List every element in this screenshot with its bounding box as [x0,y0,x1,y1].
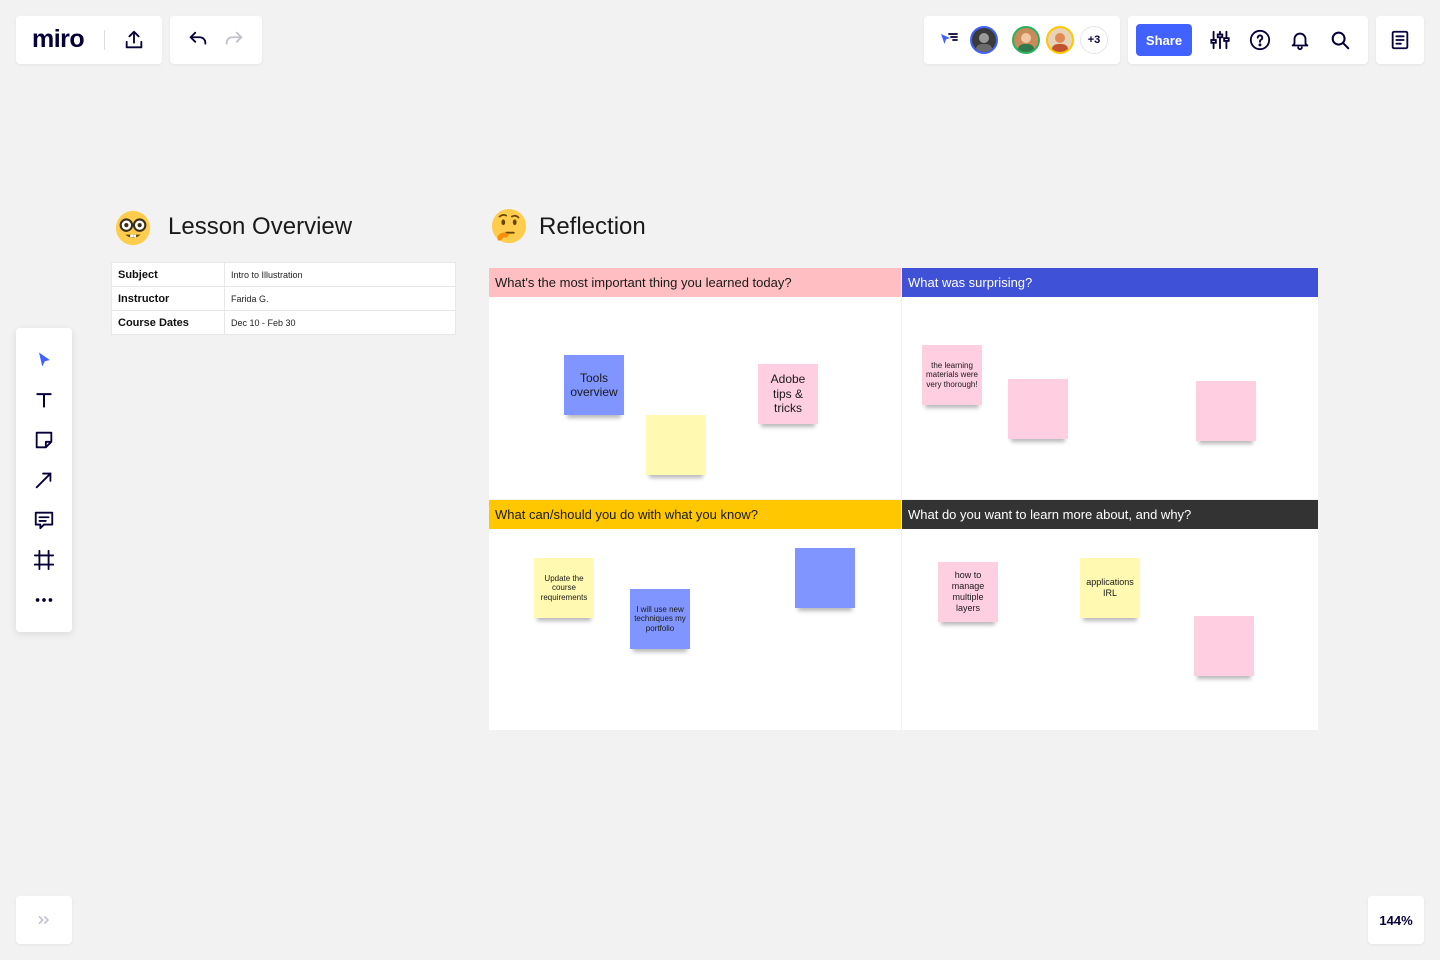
quadrant-header[interactable]: What was surprising? [902,268,1318,297]
expand-button[interactable] [28,904,60,936]
sticky-note[interactable] [1008,379,1068,439]
comment-tool[interactable] [28,504,60,536]
comment-icon [34,511,54,530]
table-row: Subject Intro to Illustration [111,262,456,287]
reflection-quadrant[interactable]: What's the most important thing you lear… [489,268,901,499]
search-button[interactable] [1324,24,1356,56]
reflection-quadrant[interactable]: What was surprising? the learning materi… [902,268,1318,499]
table-cell-value[interactable]: Dec 10 - Feb 30 [224,310,456,335]
cursor-tracking-button[interactable] [932,24,964,56]
sticky-note-tool[interactable] [28,424,60,456]
quadrant-header[interactable]: What's the most important thing you lear… [489,268,901,297]
avatar[interactable] [1012,26,1040,54]
frame-icon [33,549,55,571]
quadrant-header[interactable]: What can/should you do with what you kno… [489,500,901,529]
text-tool[interactable] [28,384,60,416]
sticky-note[interactable]: Update the course requirements [534,558,594,618]
export-button[interactable] [118,24,150,56]
reflection-quadrant[interactable]: What do you want to learn more about, an… [902,500,1318,730]
sticky-note[interactable]: Adobe tips & tricks [758,364,818,424]
logo-panel: miro [16,16,162,64]
line-tool[interactable] [28,464,60,496]
table-cell-label[interactable]: Subject [111,262,225,287]
redo-button[interactable] [218,24,250,56]
nerd-face-emoji [115,210,151,246]
sticky-note[interactable]: I will use new techniques my portfolio [630,589,690,649]
sticky-note[interactable] [795,548,855,608]
sticky-note[interactable] [1194,616,1254,676]
settings-button[interactable] [1204,24,1236,56]
lesson-overview-table[interactable]: Subject Intro to Illustration Instructor… [111,262,456,335]
more-icon [35,598,53,602]
expand-panel [16,896,72,944]
notes-icon [1391,30,1409,50]
table-cell-label[interactable]: Course Dates [111,310,225,335]
quadrant-header[interactable]: What do you want to learn more about, an… [902,500,1318,529]
cursor-tracking-icon [941,33,958,44]
bell-icon [1291,32,1309,51]
undo-icon [189,31,207,45]
table-cell-value[interactable]: Farida G. [224,286,456,311]
thinking-face-emoji [491,208,527,244]
notes-button[interactable] [1384,24,1416,56]
notes-panel [1376,16,1424,64]
sticky-note[interactable]: the learning materials were very thoroug… [922,345,982,405]
select-arrow-icon [39,352,50,367]
select-tool[interactable] [28,344,60,376]
sticky-note[interactable] [646,415,706,475]
undo-button[interactable] [182,24,214,56]
table-cell-label[interactable]: Instructor [111,286,225,311]
undo-redo-panel [170,16,262,64]
zoom-panel: 144% [1368,896,1424,944]
reflection-quadrant[interactable]: What can/should you do with what you kno… [489,500,901,730]
help-icon [1249,29,1271,51]
zoom-level[interactable]: 144% [1368,896,1424,944]
lesson-overview-title: Lesson Overview [168,213,353,240]
search-icon [1331,31,1350,50]
more-collaborators-badge[interactable]: +3 [1080,26,1108,54]
redo-icon [225,31,243,45]
sticky-note[interactable] [1196,381,1256,441]
miro-logo[interactable]: miro [32,25,85,54]
text-icon [36,393,52,408]
frame-tool[interactable] [28,544,60,576]
export-icon [125,30,143,49]
table-cell-value[interactable]: Intro to Illustration [224,262,456,287]
left-toolbar [16,328,72,632]
settings-sliders-icon [1210,30,1230,50]
avatar[interactable] [1046,26,1074,54]
line-arrow-icon [35,472,52,489]
divider [104,30,105,50]
notifications-button[interactable] [1284,24,1316,56]
collaborators-panel: +3 [924,16,1120,64]
table-row: Instructor Farida G. [111,286,456,311]
reflection-title: Reflection [539,213,646,240]
sticky-note-icon [35,431,53,449]
avatar[interactable] [970,26,998,54]
help-button[interactable] [1244,24,1276,56]
table-row: Course Dates Dec 10 - Feb 30 [111,310,456,335]
board-tools-panel: Share [1128,16,1368,64]
sticky-note[interactable]: how to manage multiple layers [938,562,998,622]
more-tools-button[interactable] [28,584,60,616]
expand-chevrons-icon [38,915,49,925]
sticky-note[interactable]: applications IRL [1080,558,1140,618]
share-button[interactable]: Share [1136,24,1192,56]
sticky-note[interactable]: Tools overview [564,355,624,415]
